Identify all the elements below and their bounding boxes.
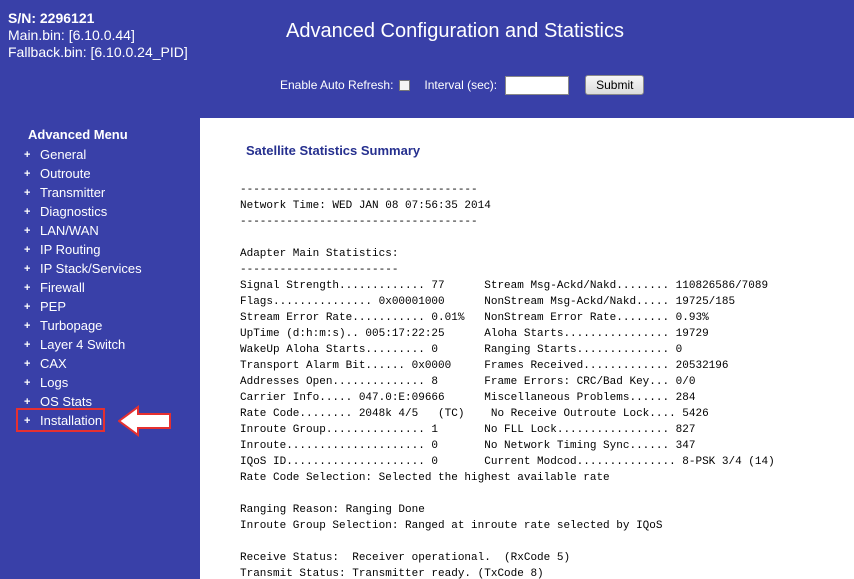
sidebar-item-label: Transmitter (40, 185, 106, 200)
content-panel: Satellite Statistics Summary -----------… (200, 118, 854, 579)
stats-line: Inroute Group............... 1 No FLL Lo… (240, 424, 696, 436)
sidebar-item-logs[interactable]: + Logs (24, 373, 142, 392)
serial-number: S/N: 2296121 (8, 10, 95, 26)
page-title: Advanced Configuration and Statistics (286, 20, 624, 42)
fallback-bin-version: Fallback.bin: [6.10.0.24_PID] (8, 44, 188, 60)
sidebar-item-layer4-switch[interactable]: + Layer 4 Switch (24, 335, 142, 354)
stats-line: Inroute Group Selection: Ranged at inrou… (240, 520, 663, 532)
stats-line: Flags............... 0x00001000 NonStrea… (240, 296, 736, 308)
sidebar-item-general[interactable]: + General (24, 145, 142, 164)
stats-line: IQoS ID..................... 0 Current M… (240, 456, 775, 468)
stats-line (240, 534, 775, 550)
stats-line: ------------------------------------ (240, 184, 478, 196)
expand-plus-icon: + (24, 167, 31, 180)
main-bin-version: Main.bin: [6.10.0.44] (8, 27, 135, 43)
expand-plus-icon: + (24, 148, 31, 161)
expand-plus-icon: + (24, 319, 31, 332)
sidebar-item-label: Diagnostics (40, 204, 108, 219)
stats-line: Rate Code........ 2048k 4/5 (TC) No Rece… (240, 408, 709, 420)
highlight-box (16, 408, 105, 432)
expand-plus-icon: + (24, 395, 31, 408)
header-bar: S/N: 2296121 Main.bin: [6.10.0.44] Fallb… (0, 0, 854, 118)
sidebar-item-ip-stack-services[interactable]: + IP Stack/Services (24, 259, 142, 278)
sidebar-item-label: IP Stack/Services (40, 261, 142, 276)
sidebar-item-label: Logs (40, 375, 69, 390)
sidebar-item-turbopage[interactable]: + Turbopage (24, 316, 142, 335)
interval-input[interactable] (505, 75, 570, 95)
expand-plus-icon: + (24, 262, 31, 275)
submit-button[interactable]: Submit (585, 75, 645, 95)
sidebar-item-diagnostics[interactable]: + Diagnostics (24, 202, 142, 221)
expand-plus-icon: + (24, 357, 31, 370)
expand-plus-icon: + (24, 224, 31, 237)
expand-plus-icon: + (24, 376, 31, 389)
statistics-text: ------------------------------------ Netw… (240, 182, 775, 579)
stats-line: Transmit Status: Transmitter ready. (TxC… (240, 568, 544, 579)
sidebar: Advanced Menu + General + Outroute + Transm… (0, 118, 200, 579)
expand-plus-icon: + (24, 186, 31, 199)
stats-line (240, 230, 775, 246)
sidebar-item-label: Layer 4 Switch (40, 337, 126, 352)
sidebar-item-label: Turbopage (40, 318, 103, 333)
sidebar-item-transmitter[interactable]: + Transmitter (24, 183, 142, 202)
auto-refresh-label: Enable Auto Refresh: (280, 78, 394, 92)
sidebar-item-firewall[interactable]: + Firewall (24, 278, 142, 297)
sidebar-item-pep[interactable]: + PEP (24, 297, 142, 316)
sidebar-item-label: PEP (40, 299, 67, 314)
expand-plus-icon: + (24, 205, 31, 218)
expand-plus-icon: + (24, 281, 31, 294)
stats-line (240, 486, 775, 502)
stats-line: Transport Alarm Bit...... 0x0000 Frames … (240, 360, 729, 372)
sidebar-item-label: General (40, 147, 87, 162)
expand-plus-icon: + (24, 300, 31, 313)
sidebar-menu: + General + Outroute + Transmitter + Diagnos… (24, 145, 142, 430)
stats-line: Adapter Main Statistics: (240, 248, 399, 260)
sidebar-item-label: Firewall (40, 280, 85, 295)
stats-line: Receive Status: Receiver operational. (R… (240, 552, 571, 564)
expand-plus-icon: + (24, 243, 31, 256)
sidebar-item-cax[interactable]: + CAX (24, 354, 142, 373)
stats-line: Inroute..................... 0 No Networ… (240, 440, 696, 452)
stats-line: Rate Code Selection: Selected the highes… (240, 472, 610, 484)
stats-line: WakeUp Aloha Starts......... 0 Ranging S… (240, 344, 683, 356)
sidebar-item-outroute[interactable]: + Outroute (24, 164, 142, 183)
sidebar-item-label: CAX (40, 356, 67, 371)
stats-line: Stream Error Rate........... 0.01% NonSt… (240, 312, 709, 324)
stats-line: Carrier Info..... 047.0:E:09666 Miscella… (240, 392, 696, 404)
stats-line: Signal Strength............. 77 Stream M… (240, 280, 769, 292)
sidebar-item-ip-routing[interactable]: + IP Routing (24, 240, 142, 259)
interval-label: Interval (sec): (424, 78, 498, 92)
sidebar-title: Advanced Menu (28, 127, 128, 142)
stats-line: ------------------------ (240, 264, 399, 276)
sidebar-item-label: OS Stats (40, 394, 93, 409)
stats-line: Ranging Reason: Ranging Done (240, 504, 425, 516)
stats-line: UpTime (d:h:m:s).. 005:17:22:25 Aloha St… (240, 328, 709, 340)
sidebar-item-label: IP Routing (40, 242, 101, 257)
stats-line: Addresses Open.............. 8 Frame Err… (240, 376, 696, 388)
sidebar-item-lan-wan[interactable]: + LAN/WAN (24, 221, 142, 240)
stats-line: ------------------------------------ (240, 216, 478, 228)
sidebar-item-label: Outroute (40, 166, 91, 181)
auto-refresh-bar: Enable Auto Refresh: Interval (sec): Sub… (280, 74, 645, 96)
stats-line: Network Time: WED JAN 08 07:56:35 2014 (240, 200, 491, 212)
expand-plus-icon: + (24, 338, 31, 351)
content-title: Satellite Statistics Summary (246, 143, 421, 158)
left-arrow-icon (118, 405, 171, 437)
sidebar-item-label: LAN/WAN (40, 223, 99, 238)
auto-refresh-checkbox[interactable] (399, 79, 411, 91)
